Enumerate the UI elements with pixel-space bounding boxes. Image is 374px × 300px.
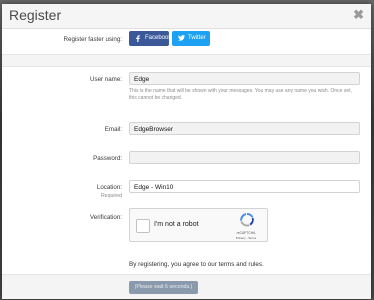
twitter-icon [178,35,185,41]
recaptcha-icon [240,213,254,227]
recaptcha-brand: reCAPTCHA [236,231,256,235]
recaptcha-widget: I'm not a robot reCAPTCHA Privacy - Term… [129,208,268,242]
dialog-header: Register ✖ [2,4,371,29]
email-label: Email: [104,126,122,133]
email-field[interactable]: EdgeBrowser [129,122,360,135]
dialog-title: Register [9,7,62,23]
password-field[interactable] [129,151,360,164]
facebook-button[interactable]: Facebook [129,31,172,46]
register-button[interactable]: (Please wait 6 seconds.) [129,281,198,294]
username-field[interactable]: Edge [129,72,360,85]
twitter-button-label: Twitter [188,35,206,41]
section-band [2,55,371,66]
location-label: Location: [96,184,122,191]
verification-label: Verification: [90,214,122,221]
divider [2,66,371,67]
twitter-button[interactable]: Twitter [172,31,210,46]
register-faster-label: Register faster using: [63,36,122,43]
location-required: Required [100,193,122,199]
password-label: Password: [93,155,122,162]
location-field[interactable]: Edge - Win10 [129,180,360,193]
recaptcha-checkbox[interactable] [136,219,150,233]
recaptcha-text: I'm not a robot [154,221,199,228]
facebook-icon [136,35,140,42]
facebook-button-label: Facebook [145,35,172,41]
recaptcha-links[interactable]: Privacy - Terms [231,236,261,240]
username-hint: This is the name that will be shown with… [129,88,352,101]
terms-notice: By registering, you agree to our terms a… [129,261,264,268]
close-icon[interactable]: ✖ [353,7,364,23]
register-dialog: Register ✖ Register faster using: Facebo… [2,4,371,299]
username-label: User name: [90,76,122,83]
